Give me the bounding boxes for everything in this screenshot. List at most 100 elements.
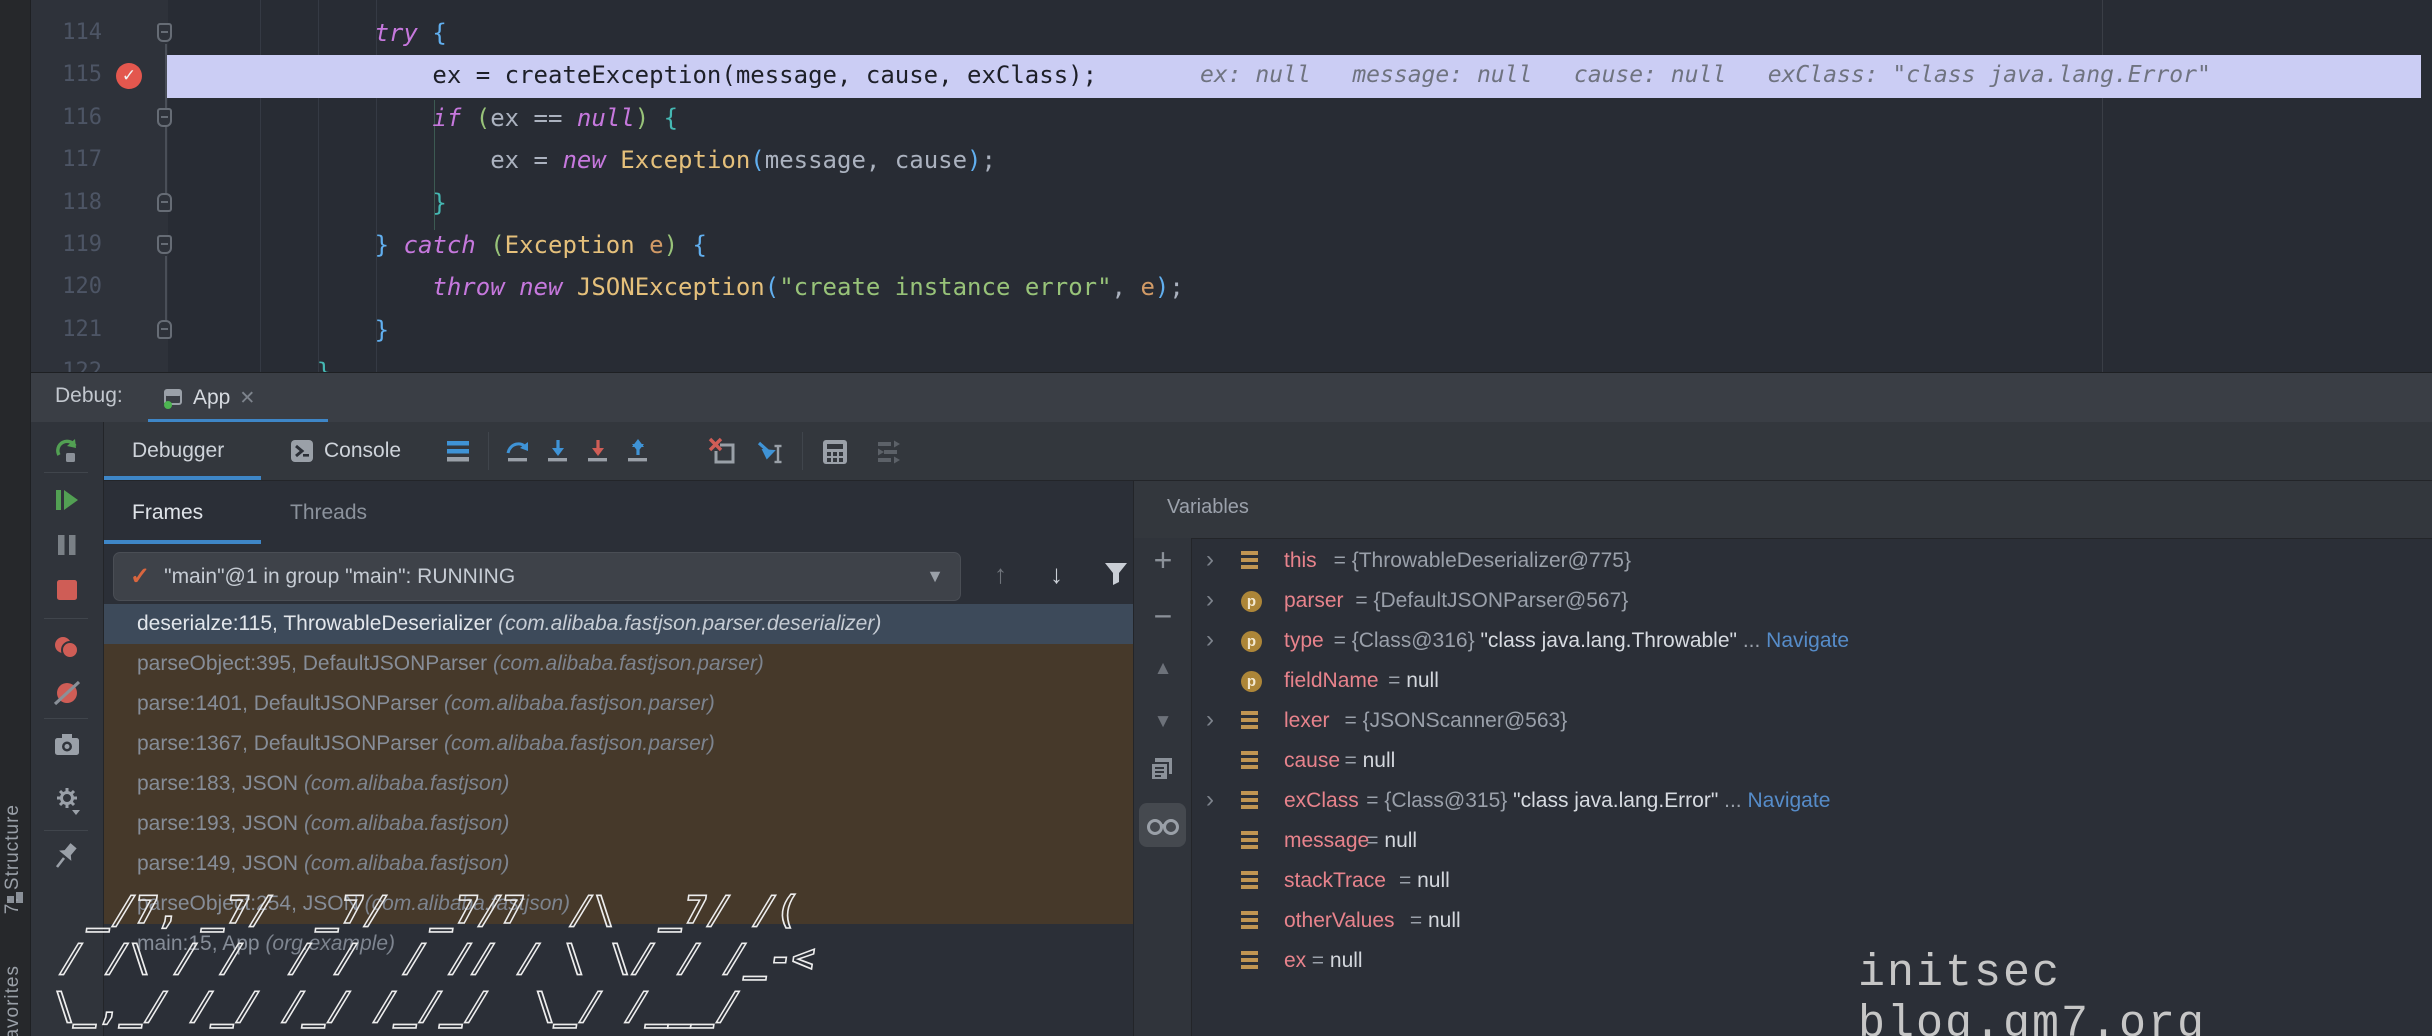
move-down-icon[interactable]: ▼ — [1147, 706, 1179, 738]
variable-row[interactable]: otherValues = null — [1191, 901, 2432, 941]
thread-selector-value: "main"@1 in group "main": RUNNING — [164, 565, 515, 589]
run-to-cursor-icon[interactable] — [756, 437, 784, 465]
variable-value: = null — [1410, 901, 1461, 941]
stack-frame-row[interactable]: parse:1401, DefaultJSONParser (com.aliba… — [104, 684, 1133, 724]
fold-end-icon[interactable] — [157, 320, 172, 339]
step-out-icon[interactable] — [624, 437, 652, 465]
thread-dump-camera-icon[interactable] — [52, 730, 82, 760]
variable-row[interactable]: › p type = {Class@316} "class java.lang.… — [1191, 621, 2432, 661]
toolbar-separator — [44, 830, 88, 831]
variable-name: ex — [1284, 941, 1306, 981]
navigate-link[interactable]: Navigate — [1766, 629, 1849, 652]
line-number: 117 — [30, 139, 102, 181]
chevron-right-icon[interactable]: › — [1206, 580, 1214, 620]
stack-frame-row[interactable]: parse:1367, DefaultJSONParser (com.aliba… — [104, 724, 1133, 764]
toolwindow-structure[interactable]: 7: Structure — [2, 804, 24, 914]
variable-row[interactable]: p fieldName = null — [1191, 661, 2432, 701]
settings-gear-icon[interactable] — [52, 784, 82, 814]
code-line: } — [259, 351, 331, 372]
line-number: 119 — [30, 224, 102, 266]
variable-row[interactable]: › lexer = {JSONScanner@563} — [1191, 701, 2432, 741]
watermark-ascii-art: _/7, _7/ _7/ _7/7 /\ _7/ /( / /\ / / / /… — [4, 886, 825, 1030]
variable-type-icon — [1241, 551, 1258, 572]
pin-icon[interactable] — [52, 840, 82, 870]
tab-debugger[interactable]: Debugger — [132, 422, 224, 480]
add-watch-icon[interactable]: + — [1147, 544, 1179, 576]
trace-stream-icon[interactable] — [874, 437, 902, 465]
variable-row[interactable]: › p parser = {DefaultJSONParser@567} — [1191, 581, 2432, 621]
rerun-icon[interactable] — [52, 436, 82, 466]
debugger-toolbar: Debugger Console — [104, 422, 2432, 480]
tab-console[interactable]: Console — [290, 422, 401, 480]
variable-type-icon: p — [1241, 671, 1262, 692]
stack-frame-row[interactable]: parse:149, JSON (com.alibaba.fastjson) — [104, 844, 1133, 884]
code-editor[interactable]: 114115116117118119120121122 try { ex = c… — [30, 0, 2432, 372]
toolbar-separator — [802, 432, 803, 470]
drop-frame-icon[interactable] — [708, 437, 736, 465]
variable-name: stackTrace — [1284, 861, 1386, 901]
fold-collapse-icon[interactable] — [157, 235, 172, 254]
code-line: if (ex == null) { — [259, 97, 678, 139]
step-into-icon[interactable] — [544, 437, 572, 465]
ide-window: 114115116117118119120121122 try { ex = c… — [0, 0, 2432, 1036]
move-up-icon[interactable]: ▲ — [1147, 653, 1179, 685]
line-number: 121 — [30, 309, 102, 351]
tab-threads[interactable]: Threads — [290, 481, 367, 544]
step-over-icon[interactable] — [504, 437, 532, 465]
fold-end-icon[interactable] — [157, 193, 172, 212]
show-watches-toggle[interactable] — [1139, 803, 1186, 847]
chevron-right-icon[interactable]: › — [1206, 620, 1214, 660]
view-breakpoints-icon[interactable] — [52, 633, 82, 663]
duplicate-icon[interactable] — [1147, 754, 1179, 786]
variables-header: Variables — [1134, 481, 2432, 539]
variable-value: = {Class@316} "class java.lang.Throwable… — [1334, 621, 1849, 661]
fold-collapse-icon[interactable] — [157, 108, 172, 127]
console-icon — [290, 439, 314, 463]
variable-row[interactable]: › this = {ThrowableDeserializer@775} — [1191, 541, 2432, 581]
pause-icon[interactable] — [52, 530, 82, 560]
variable-row[interactable]: message = null — [1191, 821, 2432, 861]
resume-icon[interactable] — [52, 485, 82, 515]
stack-frame-row[interactable]: parse:193, JSON (com.alibaba.fastjson) — [104, 804, 1133, 844]
stack-frame-row[interactable]: deserialze:115, ThrowableDeserializer (c… — [104, 604, 1133, 644]
variable-name: lexer — [1284, 701, 1330, 741]
stack-frame-row[interactable]: parseObject:395, DefaultJSONParser (com.… — [104, 644, 1133, 684]
variable-row[interactable]: › exClass = {Class@315} "class java.lang… — [1191, 781, 2432, 821]
frame-up-icon[interactable]: ↑ — [994, 559, 1026, 591]
mute-breakpoints-icon[interactable] — [52, 678, 82, 708]
toolwindow-bar: 7: Structure 2: Favorites — [0, 0, 31, 1036]
evaluate-expression-icon[interactable] — [820, 437, 848, 465]
chevron-right-icon[interactable]: › — [1206, 780, 1214, 820]
thread-selector-combobox[interactable]: ✓ "main"@1 in group "main": RUNNING ▼ — [113, 552, 961, 601]
force-step-into-icon[interactable] — [584, 437, 612, 465]
chevron-right-icon[interactable]: › — [1206, 540, 1214, 580]
stop-icon[interactable] — [52, 575, 82, 605]
line-number: 114 — [30, 12, 102, 54]
layout-settings-icon[interactable] — [444, 437, 472, 465]
variable-name: otherValues — [1284, 901, 1395, 941]
variable-value: = {JSONScanner@563} — [1345, 701, 1568, 741]
tab-frames[interactable]: Frames — [132, 481, 203, 544]
toolbar-separator — [488, 432, 489, 470]
close-icon[interactable]: ✕ — [239, 387, 255, 410]
variable-type-icon — [1241, 911, 1258, 932]
variable-name: fieldName — [1284, 661, 1379, 701]
code-line: } catch (Exception e) { — [259, 224, 707, 266]
variable-type-icon — [1241, 711, 1258, 732]
breakpoint-icon[interactable]: ✓ — [116, 63, 142, 89]
line-number: 122 — [30, 351, 102, 372]
debug-toolwindow-header: Debug: App ✕ — [30, 372, 2432, 423]
stack-frame-row[interactable]: parse:183, JSON (com.alibaba.fastjson) — [104, 764, 1133, 804]
fold-collapse-icon[interactable] — [157, 23, 172, 42]
variable-row[interactable]: stackTrace = null — [1191, 861, 2432, 901]
variable-row[interactable]: cause = null — [1191, 741, 2432, 781]
thread-running-check-icon: ✓ — [130, 562, 150, 591]
filter-funnel-icon[interactable] — [1102, 559, 1134, 591]
navigate-link[interactable]: Navigate — [1747, 789, 1830, 812]
variable-type-icon — [1241, 831, 1258, 852]
debug-session-tab-app[interactable]: App ✕ — [148, 373, 269, 423]
frame-down-icon[interactable]: ↓ — [1050, 559, 1082, 591]
chevron-right-icon[interactable]: › — [1206, 700, 1214, 740]
remove-watch-icon[interactable]: − — [1147, 600, 1179, 632]
code-line: ex = createException(message, cause, exC… — [259, 54, 1097, 96]
